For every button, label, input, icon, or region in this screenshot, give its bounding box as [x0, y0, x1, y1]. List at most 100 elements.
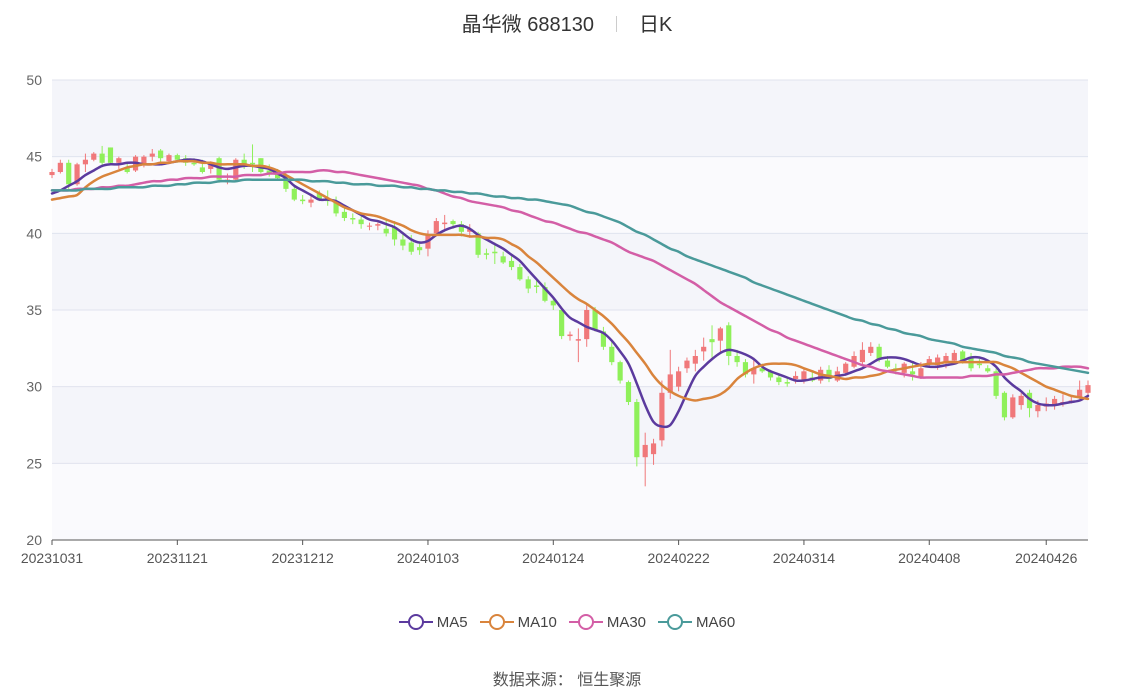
- candle-body[interactable]: [82, 159, 89, 165]
- candle-body[interactable]: [709, 339, 715, 343]
- candle-body[interactable]: [1035, 405, 1041, 412]
- legend-circle: [577, 614, 594, 630]
- candle-body[interactable]: [199, 167, 205, 172]
- legend-item-ma60[interactable]: MA60: [658, 612, 735, 632]
- candle-body[interactable]: [408, 242, 414, 252]
- candle-body[interactable]: [884, 360, 891, 367]
- candle-body[interactable]: [1018, 395, 1024, 406]
- candle-body[interactable]: [617, 362, 623, 381]
- legend-circle: [488, 614, 505, 630]
- candle-body[interactable]: [634, 402, 640, 458]
- candle-body[interactable]: [592, 310, 598, 330]
- legend-item-ma30[interactable]: MA30: [568, 612, 647, 632]
- legend-item-ma5[interactable]: MA5: [398, 612, 468, 632]
- candle-body[interactable]: [99, 153, 105, 163]
- candle-body[interactable]: [701, 346, 707, 352]
- candle-body[interactable]: [417, 247, 423, 251]
- candle-body[interactable]: [717, 328, 723, 341]
- candle-body[interactable]: [1085, 385, 1091, 393]
- candle-body[interactable]: [492, 251, 498, 254]
- candle-body[interactable]: [734, 356, 740, 363]
- candle-body[interactable]: [383, 228, 389, 234]
- candle-body[interactable]: [517, 267, 523, 280]
- candle-body[interactable]: [525, 279, 531, 289]
- candle-body[interactable]: [400, 239, 406, 246]
- candle-body[interactable]: [308, 199, 314, 203]
- candle-body[interactable]: [174, 155, 180, 160]
- candle-body[interactable]: [776, 377, 782, 383]
- candle-body[interactable]: [684, 360, 690, 369]
- candle-body[interactable]: [49, 172, 55, 176]
- candle-body[interactable]: [567, 334, 573, 337]
- y-tick-label: 35: [26, 302, 42, 318]
- candle-body[interactable]: [985, 368, 991, 372]
- candle-body[interactable]: [508, 260, 515, 268]
- candle-body[interactable]: [300, 199, 306, 202]
- x-tick-label: 20231212: [271, 550, 334, 566]
- plot-band: [52, 233, 1088, 310]
- candle-body[interactable]: [66, 162, 72, 185]
- x-tick-label: 20240124: [522, 550, 585, 566]
- candle-body[interactable]: [341, 211, 348, 218]
- kline-chart: 20 25 30 35 40 45 50 20231031 20231121 20231212 20…: [21, 72, 1091, 566]
- legend-marker-icon: [568, 612, 603, 632]
- candle-body[interactable]: [909, 371, 916, 375]
- candle-body[interactable]: [107, 147, 114, 163]
- plot-band: [52, 80, 1088, 157]
- legend-label: MA60: [696, 613, 736, 631]
- candle-body[interactable]: [559, 310, 565, 337]
- candle-body[interactable]: [358, 219, 364, 225]
- candle-body[interactable]: [533, 285, 540, 287]
- candle-body[interactable]: [91, 153, 97, 160]
- candle-body[interactable]: [158, 150, 164, 159]
- legend-label: MA10: [517, 613, 557, 631]
- candle-body[interactable]: [450, 221, 456, 225]
- candle-body[interactable]: [843, 363, 849, 373]
- candle-body[interactable]: [249, 162, 256, 165]
- candle-body[interactable]: [951, 352, 957, 361]
- candle-body[interactable]: [191, 162, 197, 165]
- plot-band: [52, 463, 1088, 540]
- candle-body[interactable]: [792, 375, 799, 379]
- x-tick-label: 20240222: [647, 550, 710, 566]
- candle-body[interactable]: [57, 162, 63, 172]
- candle-body[interactable]: [433, 221, 439, 234]
- candle-body[interactable]: [149, 153, 155, 157]
- x-tick-label: 20240103: [397, 550, 460, 566]
- candle-body[interactable]: [291, 188, 297, 200]
- candle-body[interactable]: [584, 310, 590, 340]
- candle-body[interactable]: [692, 356, 698, 364]
- candle-body[interactable]: [166, 155, 172, 162]
- legend-label: MA5: [436, 613, 468, 631]
- candle-body[interactable]: [676, 371, 682, 387]
- x-tick-label: 20240408: [898, 550, 961, 566]
- candle-body[interactable]: [868, 346, 874, 353]
- candle-body[interactable]: [483, 253, 490, 255]
- candle-body[interactable]: [116, 158, 122, 163]
- candle-body[interactable]: [366, 225, 373, 227]
- legend-item-ma10[interactable]: MA10: [479, 612, 557, 632]
- candle-body[interactable]: [784, 382, 790, 384]
- candle-body[interactable]: [1010, 397, 1016, 418]
- candle-body[interactable]: [500, 256, 506, 263]
- candle-body[interactable]: [650, 443, 657, 455]
- candle-body[interactable]: [876, 346, 882, 360]
- plot-band: [52, 386, 1088, 464]
- candle-body[interactable]: [575, 339, 581, 341]
- candle-body[interactable]: [1001, 392, 1008, 418]
- source-label: 数据来源：: [492, 672, 573, 689]
- candle-body[interactable]: [375, 224, 381, 226]
- candle-body[interactable]: [859, 349, 866, 363]
- candle-body[interactable]: [350, 218, 356, 220]
- y-tick-label: 40: [26, 225, 42, 241]
- candle-body[interactable]: [659, 392, 665, 441]
- candle-body[interactable]: [625, 382, 632, 402]
- y-tick-label: 20: [26, 532, 42, 548]
- y-tick-label: 30: [26, 379, 42, 395]
- y-tick-label: 45: [26, 149, 42, 165]
- candle-body[interactable]: [976, 363, 982, 366]
- candle-body[interactable]: [642, 444, 648, 458]
- legend-label: MA30: [606, 613, 647, 631]
- candle-body[interactable]: [442, 222, 448, 225]
- candle-body[interactable]: [609, 346, 615, 363]
